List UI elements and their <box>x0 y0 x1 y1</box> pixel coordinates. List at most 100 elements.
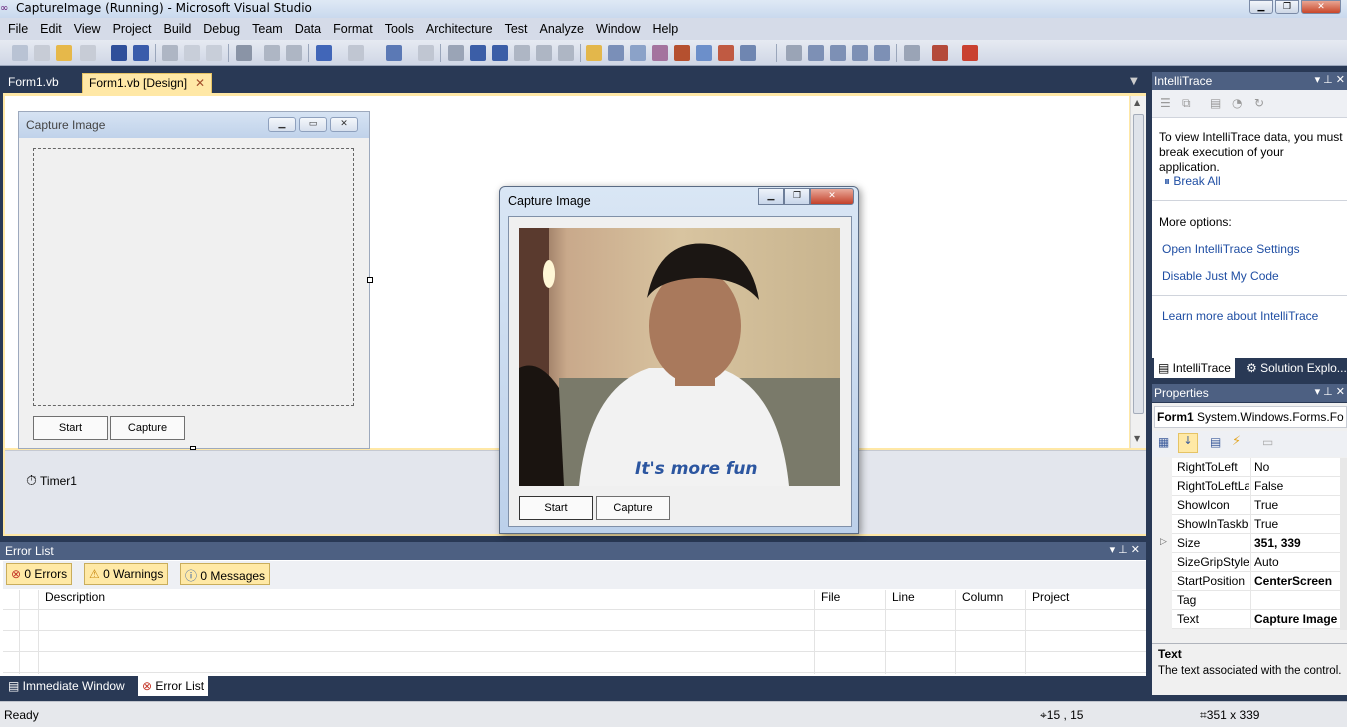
record-icon[interactable] <box>962 45 978 61</box>
designer-scrollbar[interactable]: ▲ ▼ <box>1130 96 1146 448</box>
object-selector[interactable]: Form1 System.Windows.Forms.Fo <box>1154 406 1347 428</box>
scroll-down-icon[interactable]: ▼ <box>1134 434 1140 443</box>
events-icon[interactable]: ⚡ <box>1232 434 1241 449</box>
column-line[interactable]: Line <box>892 590 915 608</box>
tab-order-icon[interactable] <box>852 45 868 61</box>
alphabetical-icon[interactable]: ↓ <box>1178 433 1198 453</box>
lock-controls-icon[interactable] <box>874 45 890 61</box>
resize-handle-bottom[interactable] <box>190 446 196 450</box>
tab-immediate-window[interactable]: ▤ Immediate Window <box>4 676 129 696</box>
menu-data[interactable]: Data <box>289 22 327 36</box>
running-start-button[interactable]: Start <box>519 496 593 520</box>
picturebox-design[interactable] <box>33 148 354 406</box>
learn-more-link[interactable]: Learn more about IntelliTrace <box>1162 309 1318 323</box>
window-icon[interactable] <box>808 45 824 61</box>
property-row[interactable]: SizeGripStyle Auto <box>1172 553 1340 572</box>
step-over-icon[interactable] <box>536 45 552 61</box>
pane-pin-icon[interactable]: ▾ ⊥ ✕ <box>1110 543 1140 556</box>
uncomment-icon[interactable] <box>286 45 302 61</box>
disable-jmc-link[interactable]: Disable Just My Code <box>1162 269 1279 283</box>
timer-component[interactable]: ⏱ Timer1 <box>26 472 77 489</box>
column-column[interactable]: Column <box>962 590 1003 608</box>
minimize-button[interactable]: ▁ <box>1249 0 1273 14</box>
continue-icon[interactable] <box>448 45 464 61</box>
property-row[interactable]: ShowInTaskb True <box>1172 515 1340 534</box>
copy-icon[interactable] <box>184 45 200 61</box>
comment-icon[interactable] <box>264 45 280 61</box>
pane-pin-icon[interactable]: ▾ ⊥ ✕ <box>1315 73 1345 86</box>
property-row[interactable]: Tag <box>1172 591 1340 610</box>
tab-error-list[interactable]: ⊗ Error List <box>138 676 209 696</box>
resize-handle[interactable] <box>367 277 373 283</box>
warnings-filter-button[interactable]: ⚠ 0 Warnings <box>84 563 169 585</box>
arrow-right-icon[interactable] <box>786 45 802 61</box>
menu-architecture[interactable]: Architecture <box>420 22 499 36</box>
undo-icon[interactable] <box>316 45 332 61</box>
messages-filter-button[interactable]: ⓘ 0 Messages <box>180 563 271 585</box>
menu-test[interactable]: Test <box>499 22 534 36</box>
find-in-files-icon[interactable] <box>586 45 602 61</box>
menu-format[interactable]: Format <box>327 22 379 36</box>
cut-icon[interactable] <box>162 45 178 61</box>
properties-scrollbar[interactable] <box>1340 458 1347 630</box>
save-all-icon[interactable] <box>133 45 149 61</box>
expand-size-icon[interactable]: ▷ <box>1160 537 1167 547</box>
new-project-icon[interactable] <box>12 45 28 61</box>
layout-icon[interactable] <box>830 45 846 61</box>
add-item-icon[interactable] <box>34 45 50 61</box>
settings-icon[interactable]: ▤ <box>1210 96 1221 110</box>
running-capture-button[interactable]: Capture <box>596 496 670 520</box>
property-row[interactable]: RightToLeftLa False <box>1172 477 1340 496</box>
step-out-icon[interactable] <box>558 45 574 61</box>
menu-window[interactable]: Window <box>590 22 646 36</box>
errors-filter-button[interactable]: ⊗ 0 Errors <box>6 563 73 585</box>
grid-icon[interactable] <box>80 45 96 61</box>
design-capture-button[interactable]: Capture <box>110 416 185 440</box>
paste-icon[interactable] <box>206 45 222 61</box>
menu-analyze[interactable]: Analyze <box>534 22 590 36</box>
open-settings-link[interactable]: Open IntelliTrace Settings <box>1162 242 1300 256</box>
properties-view-icon[interactable]: ▤ <box>1210 435 1221 449</box>
menu-help[interactable]: Help <box>646 22 684 36</box>
tab-intellitrace[interactable]: ▤ IntelliTrace <box>1154 358 1235 378</box>
maximize-button[interactable]: ❐ <box>1275 0 1299 14</box>
error-list-icon[interactable] <box>718 45 734 61</box>
categorized-icon[interactable]: ▦ <box>1158 435 1169 449</box>
menu-view[interactable]: View <box>68 22 107 36</box>
menu-project[interactable]: Project <box>107 22 158 36</box>
tab-form1-vb[interactable]: Form1.vb <box>2 73 65 93</box>
save-icon[interactable] <box>111 45 127 61</box>
tab-form1-design[interactable]: Form1.vb [Design] ✕ <box>82 73 213 93</box>
property-row[interactable]: ShowIcon True <box>1172 496 1340 515</box>
step-into-icon[interactable] <box>514 45 530 61</box>
column-file[interactable]: File <box>821 590 840 608</box>
running-minimize-button[interactable]: ▁ <box>758 188 784 205</box>
zoom-icon[interactable] <box>904 45 920 61</box>
running-maximize-button[interactable]: ❐ <box>784 188 810 205</box>
pane-pin-icon[interactable]: ▾ ⊥ ✕ <box>1315 385 1345 398</box>
tab-solution-explorer[interactable]: ⚙ Solution Explo... <box>1242 358 1347 378</box>
close-tab-icon[interactable]: ✕ <box>195 76 205 90</box>
open-folder-icon[interactable] <box>56 45 72 61</box>
scrollbar-thumb[interactable] <box>1133 114 1144 414</box>
stop-icon[interactable] <box>492 45 508 61</box>
running-close-button[interactable]: ✕ <box>810 188 854 205</box>
find-icon[interactable] <box>236 45 252 61</box>
object-browser-icon[interactable] <box>652 45 668 61</box>
property-row[interactable]: Text Capture Image <box>1172 610 1340 629</box>
navigate-forward-icon[interactable] <box>418 45 434 61</box>
solution-explorer-icon[interactable] <box>608 45 624 61</box>
break-all-link[interactable]: ⏸ Break All <box>1164 174 1221 189</box>
tab-dropdown-icon[interactable]: ▼ <box>1130 76 1138 87</box>
menu-tools[interactable]: Tools <box>379 22 420 36</box>
property-row[interactable]: Size 351, 339 <box>1172 534 1340 553</box>
menu-team[interactable]: Team <box>246 22 289 36</box>
calls-icon[interactable]: ⧉ <box>1182 96 1191 111</box>
list-icon[interactable]: ☰ <box>1160 96 1171 110</box>
column-project[interactable]: Project <box>1032 590 1069 608</box>
pause-icon[interactable] <box>470 45 486 61</box>
property-pages-icon[interactable]: ▭ <box>1262 435 1273 449</box>
menu-debug[interactable]: Debug <box>197 22 246 36</box>
toolbox-icon[interactable] <box>674 45 690 61</box>
property-row[interactable]: RightToLeft No <box>1172 458 1340 477</box>
